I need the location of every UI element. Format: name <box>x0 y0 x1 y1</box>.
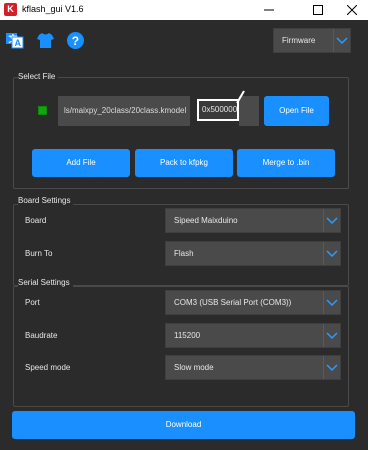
title-bar: K kflash_gui V1.6 <box>0 0 368 20</box>
speed-mode-label: Speed mode <box>25 363 71 372</box>
baudrate-select-value: 115200 <box>174 331 201 340</box>
serial-settings-title: Serial Settings <box>18 278 73 287</box>
maximize-button[interactable] <box>303 1 333 19</box>
svg-text:?: ? <box>72 34 79 48</box>
language-button[interactable]: 文 A <box>5 31 24 50</box>
burn-to-select-value: Flash <box>174 249 194 258</box>
maximize-icon <box>313 5 323 15</box>
port-select[interactable]: COM3 (USB Serial Port (COM3)) <box>165 290 341 315</box>
speed-mode-select-value: Slow mode <box>174 363 214 372</box>
shirt-icon <box>37 33 54 48</box>
main-panel: 文 A ? Firmware Select File ls/maixpy_20c… <box>0 20 368 450</box>
open-file-label: Open File <box>279 106 314 115</box>
pack-kfpkg-button[interactable]: Pack to kfpkg <box>135 149 233 177</box>
merge-bin-label: Merge to .bin <box>262 158 310 167</box>
burn-to-label: Burn To <box>25 249 53 258</box>
kflash-app-icon: K <box>4 3 17 16</box>
firmware-select-value: Firmware <box>282 36 316 45</box>
svg-text:A: A <box>15 38 22 48</box>
language-icon: 文 A <box>6 33 24 49</box>
chevron-down-icon <box>323 209 340 232</box>
add-file-button[interactable]: Add File <box>32 149 130 177</box>
firmware-select[interactable]: Firmware <box>273 28 351 53</box>
download-button[interactable]: Download <box>12 411 355 439</box>
merge-bin-button[interactable]: Merge to .bin <box>237 149 335 177</box>
baudrate-label: Baudrate <box>25 331 58 340</box>
help-button[interactable]: ? <box>66 31 85 50</box>
chevron-down-icon <box>323 242 340 265</box>
port-select-value: COM3 (USB Serial Port (COM3)) <box>174 298 292 307</box>
board-settings-title: Board Settings <box>18 196 74 205</box>
file-path-field[interactable]: ls/maixpy_20class/20class.kmodel <box>58 96 190 126</box>
minimize-icon <box>264 9 274 11</box>
close-icon <box>347 5 357 15</box>
chevron-down-icon <box>333 29 350 52</box>
baudrate-select[interactable]: 115200 <box>165 323 341 348</box>
chevron-down-icon <box>323 324 340 347</box>
board-select-value: Sipeed Maixduino <box>174 216 238 225</box>
port-label: Port <box>25 298 40 307</box>
skin-button[interactable] <box>36 31 55 50</box>
board-select[interactable]: Sipeed Maixduino <box>165 208 341 233</box>
close-button[interactable] <box>337 1 367 19</box>
select-file-title: Select File <box>18 72 59 81</box>
chevron-down-icon <box>323 291 340 314</box>
help-icon: ? <box>67 32 84 49</box>
cursor-marker-icon <box>236 90 245 104</box>
window-title: kflash_gui V1.6 <box>22 4 84 14</box>
pack-kfpkg-label: Pack to kfpkg <box>159 158 209 167</box>
add-file-label: Add File <box>66 158 96 167</box>
open-file-button[interactable]: Open File <box>264 96 329 126</box>
board-label: Board <box>25 216 47 225</box>
chevron-down-icon <box>323 356 340 379</box>
minimize-button[interactable] <box>254 1 284 19</box>
file-enabled-checkbox[interactable] <box>38 106 47 115</box>
download-label: Download <box>165 420 202 429</box>
speed-mode-select[interactable]: Slow mode <box>165 355 341 380</box>
burn-to-select[interactable]: Flash <box>165 241 341 266</box>
